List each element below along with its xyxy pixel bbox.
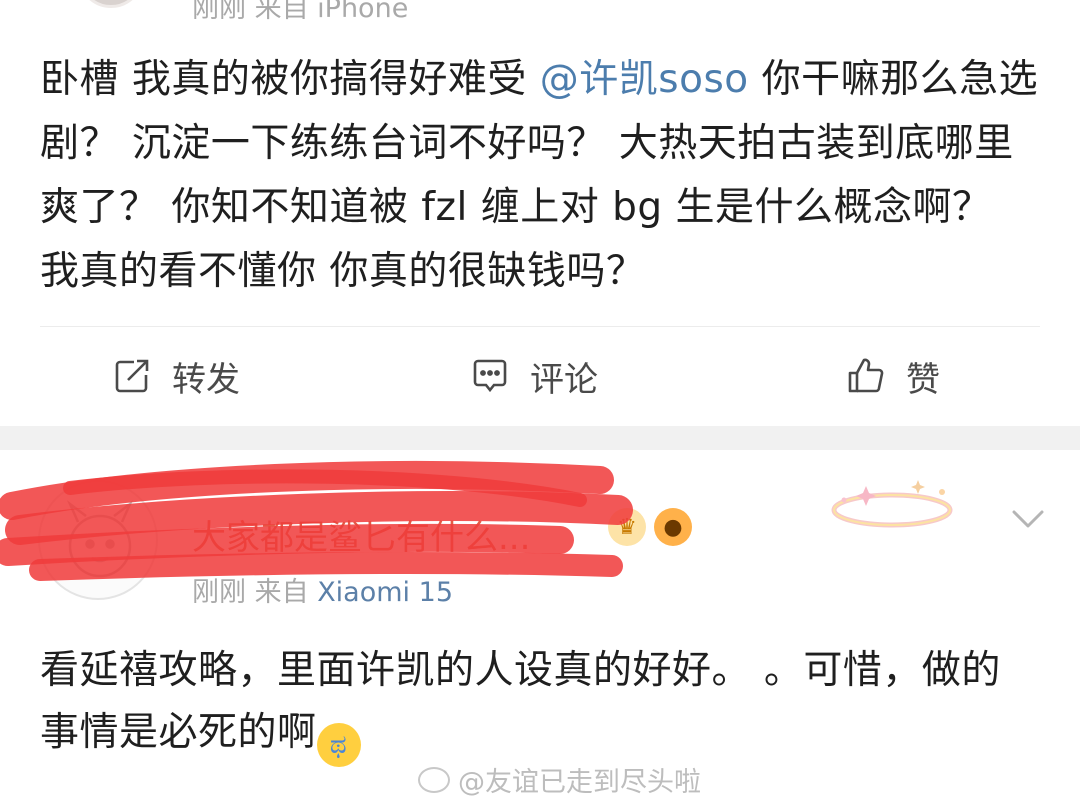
weibo-watermark: @友谊已走到尽头啦 xyxy=(418,760,701,799)
comment-button[interactable]: 评论 xyxy=(470,346,598,406)
section-separator xyxy=(0,426,1080,450)
comment-body: 看延禧攻略，里面许凯的人设真的好好。 。可惜，做的事情是必死的啊 ಥ xyxy=(40,640,1040,767)
comment-device: Xiaomi 15 xyxy=(317,577,453,608)
post-meta: 刚刚 来自 iPhone xyxy=(192,0,409,24)
repost-button[interactable]: 转发 xyxy=(112,346,240,406)
commenter-avatar[interactable] xyxy=(38,480,158,600)
comment-icon xyxy=(473,359,507,393)
comment-time: 刚刚 xyxy=(192,577,246,608)
commenter-username[interactable]: 大家都是鲨匕有什么... xyxy=(192,510,530,559)
weibo-logo-icon xyxy=(418,766,450,793)
thumbs-up-icon xyxy=(848,358,884,393)
comment-text: 看延禧攻略，里面许凯的人设真的好好。 。可惜，做的事情是必死的啊 xyxy=(40,648,1001,755)
repost-label: 转发 xyxy=(172,359,240,400)
mention-link[interactable]: @许凯soso xyxy=(540,57,749,102)
post-text-start: 卧槽 我真的被你搞得好难受 xyxy=(40,57,540,102)
crying-face-icon: ಥ xyxy=(316,723,361,767)
comment-label: 评论 xyxy=(530,359,598,400)
user-badges: ♛ ● xyxy=(608,508,692,546)
like-label: 赞 xyxy=(906,359,940,400)
repost-icon xyxy=(115,359,149,393)
comment-meta: 刚刚 来自 Xiaomi 15 xyxy=(192,570,453,609)
divider xyxy=(40,326,1040,327)
comment-source-prefix: 来自 xyxy=(254,577,309,608)
poster-avatar[interactable] xyxy=(78,0,144,8)
crown-badge-icon: ♛ xyxy=(608,508,646,546)
post-body: 卧槽 我真的被你搞得好难受 @许凯soso 你干嘛那么急选剧？ 沉淀一下练练台词… xyxy=(40,48,1040,304)
sparkle-halo-icon xyxy=(831,480,953,528)
cartoon-dragon-icon xyxy=(66,500,134,578)
chevron-down-icon[interactable] xyxy=(1008,502,1048,536)
fish-badge-icon: ● xyxy=(654,508,692,546)
like-button[interactable]: 赞 xyxy=(846,346,940,406)
watermark-text: @友谊已走到尽头啦 xyxy=(458,767,701,798)
